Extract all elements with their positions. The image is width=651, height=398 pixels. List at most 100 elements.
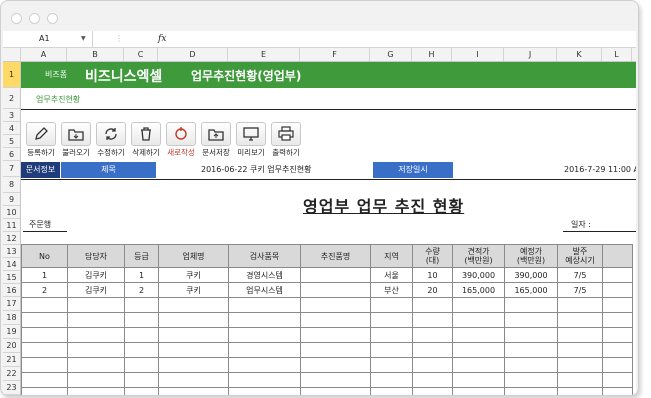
table-cell[interactable]: [370, 342, 413, 358]
table-cell[interactable]: [602, 372, 633, 388]
chevron-down-icon[interactable]: ▼: [81, 31, 86, 47]
name-box[interactable]: A1: [3, 31, 93, 47]
column-header-l[interactable]: L: [602, 48, 632, 61]
table-cell[interactable]: [557, 387, 603, 395]
table-cell[interactable]: [158, 342, 229, 358]
table-cell[interactable]: [67, 342, 125, 358]
table-cell[interactable]: [228, 357, 301, 373]
row-header-20[interactable]: 20: [3, 339, 20, 353]
table-cell[interactable]: [412, 297, 453, 313]
table-cell[interactable]: [557, 372, 603, 388]
table-cell[interactable]: [602, 267, 633, 283]
saved-value[interactable]: 2016-7-29 11:00 A: [564, 162, 636, 178]
table-cell[interactable]: 업무시스템: [228, 282, 301, 298]
column-header-d[interactable]: D: [158, 48, 228, 61]
table-cell[interactable]: [557, 357, 603, 373]
row-header-3[interactable]: 3: [3, 109, 20, 122]
table-cell[interactable]: 2: [124, 282, 159, 298]
table-cell[interactable]: [452, 312, 505, 328]
table-cell[interactable]: [300, 357, 371, 373]
table-cell[interactable]: [228, 297, 301, 313]
table-cell[interactable]: [412, 387, 453, 395]
table-cell[interactable]: [21, 357, 68, 373]
table-cell[interactable]: [370, 327, 413, 343]
toolbar-button-0[interactable]: 등록하기: [25, 122, 57, 157]
table-cell[interactable]: [124, 342, 159, 358]
table-cell[interactable]: [124, 372, 159, 388]
table-cell[interactable]: [124, 327, 159, 343]
table-cell[interactable]: [228, 372, 301, 388]
window-dot-minimize[interactable]: [29, 13, 40, 24]
column-header-k[interactable]: K: [557, 48, 602, 61]
column-header-g[interactable]: G: [370, 48, 412, 61]
table-cell[interactable]: 김쿠키: [67, 282, 125, 298]
column-header-a[interactable]: A: [21, 48, 67, 61]
table-cell[interactable]: [158, 387, 229, 395]
table-cell[interactable]: [158, 297, 229, 313]
table-cell[interactable]: [504, 297, 558, 313]
table-cell[interactable]: [504, 312, 558, 328]
table-cell[interactable]: [452, 342, 505, 358]
table-cell[interactable]: [412, 312, 453, 328]
table-cell[interactable]: 김쿠키: [67, 267, 125, 283]
toolbar-button-4[interactable]: 새로작성: [165, 122, 197, 157]
subject-value[interactable]: 2016-06-22 쿠키 업무추진현황: [201, 162, 311, 178]
table-cell[interactable]: [124, 297, 159, 313]
table-cell[interactable]: [504, 327, 558, 343]
table-cell[interactable]: 경영시스템: [228, 267, 301, 283]
table-cell[interactable]: [228, 312, 301, 328]
table-cell[interactable]: [124, 387, 159, 395]
table-cell[interactable]: [67, 327, 125, 343]
table-cell[interactable]: [602, 297, 633, 313]
table-cell[interactable]: [412, 357, 453, 373]
row-header-10[interactable]: 10: [3, 206, 20, 219]
table-cell[interactable]: [602, 327, 633, 343]
table-cell[interactable]: [124, 357, 159, 373]
table-cell[interactable]: [602, 312, 633, 328]
table-cell[interactable]: 10: [412, 267, 453, 283]
table-cell[interactable]: [21, 387, 68, 395]
toolbar-button-3[interactable]: 삭제하기: [130, 122, 162, 157]
table-cell[interactable]: [300, 342, 371, 358]
table-cell[interactable]: [557, 342, 603, 358]
table-cell[interactable]: [370, 312, 413, 328]
row-header-19[interactable]: 19: [3, 325, 20, 339]
function-icon[interactable]: fx: [158, 31, 166, 47]
table-cell[interactable]: 1: [21, 267, 68, 283]
table-cell[interactable]: [557, 312, 603, 328]
row-header-5[interactable]: 5: [3, 135, 20, 148]
table-cell[interactable]: 7/5: [557, 267, 603, 283]
table-cell[interactable]: [158, 357, 229, 373]
table-cell[interactable]: 20: [412, 282, 453, 298]
table-cell[interactable]: [300, 387, 371, 395]
toolbar-button-5[interactable]: 문서저장: [200, 122, 232, 157]
row-header-16[interactable]: 16: [3, 284, 20, 297]
row-header-14[interactable]: 14: [3, 258, 20, 271]
table-cell[interactable]: [21, 297, 68, 313]
column-header-b[interactable]: B: [67, 48, 124, 61]
table-cell[interactable]: [412, 327, 453, 343]
table-cell[interactable]: [67, 297, 125, 313]
table-cell[interactable]: [370, 357, 413, 373]
toolbar-button-1[interactable]: 불러오기: [60, 122, 92, 157]
column-header-j[interactable]: J: [504, 48, 557, 61]
table-cell[interactable]: 390,000: [452, 267, 505, 283]
table-cell[interactable]: 2: [21, 282, 68, 298]
table-cell[interactable]: [412, 342, 453, 358]
table-cell[interactable]: [370, 297, 413, 313]
table-cell[interactable]: [300, 312, 371, 328]
table-cell[interactable]: [300, 327, 371, 343]
table-cell[interactable]: [158, 327, 229, 343]
table-cell[interactable]: [67, 357, 125, 373]
toolbar-button-7[interactable]: 출력하기: [270, 122, 302, 157]
table-cell[interactable]: [300, 282, 371, 298]
table-cell[interactable]: [504, 372, 558, 388]
column-header-f[interactable]: F: [300, 48, 370, 61]
table-cell[interactable]: [228, 327, 301, 343]
column-header-e[interactable]: E: [228, 48, 300, 61]
select-all-corner[interactable]: [3, 48, 21, 61]
table-cell[interactable]: [158, 372, 229, 388]
table-cell[interactable]: [228, 342, 301, 358]
table-cell[interactable]: [452, 357, 505, 373]
table-cell[interactable]: 1: [124, 267, 159, 283]
